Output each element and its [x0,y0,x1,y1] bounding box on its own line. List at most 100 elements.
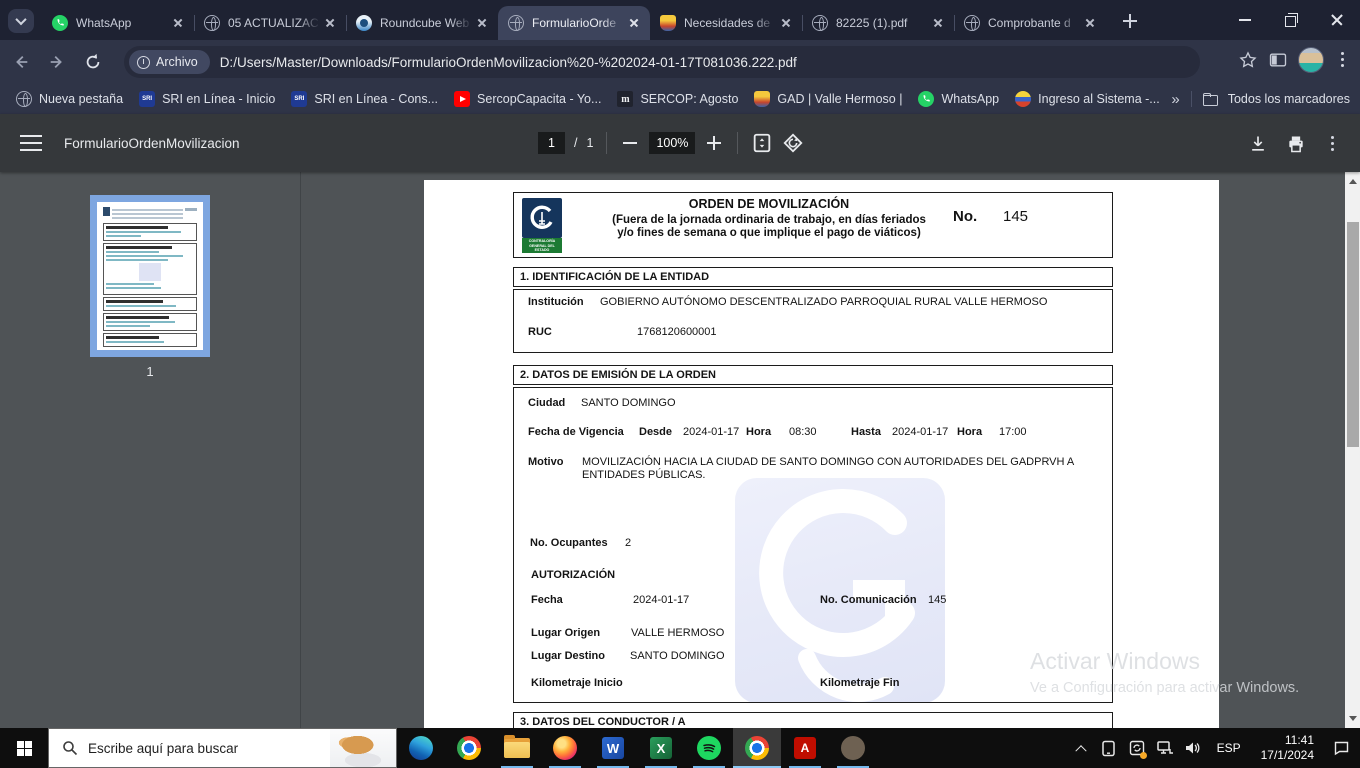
system-tray: ESP 11:41 17/1/2024 [1069,728,1360,768]
taskbar-gimp[interactable] [829,728,877,768]
taskbar-chrome[interactable] [445,728,493,768]
pdf-more-options-icon[interactable] [1324,131,1342,157]
taskbar-chrome-active[interactable] [733,728,781,768]
download-icon[interactable] [1248,134,1268,154]
side-panel-icon[interactable] [1268,50,1288,70]
minimize-button[interactable] [1222,0,1268,40]
start-button[interactable] [0,728,48,768]
taskbar-spotify[interactable] [685,728,733,768]
youtube-icon [454,91,471,107]
restore-button[interactable] [1268,0,1314,40]
bookmarks-overflow-button[interactable]: » [1171,91,1180,108]
bookmark-label: SRI en Línea - Cons... [314,92,439,106]
tab-roundcube[interactable]: Roundcube Web [346,6,498,40]
bookmark-nueva-pestana[interactable]: Nueva pestaña [16,91,123,107]
bookmark-sercopcapacita[interactable]: SercopCapacita - Yo... [454,91,601,107]
ocupantes-value: 2 [625,537,632,549]
browser-menu-icon[interactable] [1334,47,1352,73]
close-tab-icon[interactable] [322,15,338,31]
destino-value: SANTO DOMINGO [630,650,725,662]
reload-button[interactable] [78,47,108,77]
pdf-menu-icon[interactable] [20,135,42,151]
scroll-down-icon[interactable] [1349,716,1357,721]
tabs: WhatsApp 05 ACTUALIZAC Roundcube Web For… [42,0,1106,40]
hasta-label: Hasta [851,426,881,438]
taskbar-clock[interactable]: 11:41 17/1/2024 [1253,733,1322,763]
taskbar-acrobat[interactable]: A [781,728,829,768]
taskbar-edge[interactable] [397,728,445,768]
close-tab-icon[interactable] [778,15,794,31]
tray-expand-button[interactable] [1069,728,1093,768]
close-tab-icon[interactable] [474,15,490,31]
windows-logo-icon [16,740,32,756]
new-tab-button[interactable] [1118,9,1142,33]
bookmark-whatsapp[interactable]: WhatsApp [918,91,999,107]
pdf-document-title: FormularioOrdenMovilizacion [64,136,240,151]
ocupantes-label: No. Ocupantes [530,537,608,549]
chrome-icon [745,736,769,760]
bookmark-star-icon[interactable] [1238,50,1258,70]
desde-value: 2024-01-17 [683,426,740,438]
page-number-input[interactable]: 1 [538,132,565,154]
zoom-level-input[interactable]: 100% [649,132,696,154]
bookmark-sercop-agosto[interactable]: m SERCOP: Agosto [617,91,738,107]
search-highlight-image[interactable] [330,729,396,767]
tab-necesidades[interactable]: Necesidades de [650,6,802,40]
tray-phone[interactable] [1097,728,1121,768]
taskbar-file-explorer[interactable] [493,728,541,768]
taskbar-excel[interactable]: X [637,728,685,768]
tray-volume[interactable] [1181,728,1205,768]
file-scheme-chip[interactable]: Archivo [129,50,210,74]
action-center-button[interactable] [1326,728,1356,768]
tab-search-button[interactable] [8,9,34,33]
scrollbar-thumb[interactable] [1346,222,1359,447]
tray-network[interactable] [1153,728,1177,768]
close-tab-icon[interactable] [170,15,186,31]
close-window-button[interactable] [1314,0,1360,40]
url-text[interactable]: D:/Users/Master/Downloads/FormularioOrde… [220,55,797,70]
bookmark-ingreso-sistema[interactable]: Ingreso al Sistema -... [1015,91,1160,107]
bookmark-sri-consultas[interactable]: SRI SRI en Línea - Cons... [291,91,438,107]
close-tab-icon[interactable] [930,15,946,31]
bookmark-gad-valle-hermoso[interactable]: GAD | Valle Hermoso | [754,91,902,107]
vertical-scrollbar[interactable] [1345,172,1360,728]
autorizacion-title: AUTORIZACIÓN [531,569,616,581]
pdf-page: CONTRALORÍA GENERAL DEL ESTADO ORDEN DE … [424,180,1219,728]
all-bookmarks-button[interactable]: Todos los marcadores [1228,92,1350,106]
taskbar-word[interactable]: W [589,728,637,768]
edge-icon [409,736,433,760]
close-tab-icon[interactable] [626,15,642,31]
tab-comprobante[interactable]: Comprobante d [954,6,1106,40]
tab-05-actualizac[interactable]: 05 ACTUALIZAC [194,6,346,40]
forward-button[interactable] [42,47,72,77]
firefox-icon [553,736,577,760]
divider [606,132,608,154]
document-title: ORDEN DE MOVILIZACIÓN [688,197,850,211]
tab-whatsapp[interactable]: WhatsApp [42,6,194,40]
globe-icon [204,15,220,31]
print-icon[interactable] [1286,134,1306,154]
back-button[interactable] [6,47,36,77]
excel-icon: X [650,737,672,759]
ecuador-arms-icon [1015,91,1032,107]
tab-formulario-active[interactable]: FormularioOrde [498,6,650,40]
language-indicator[interactable]: ESP [1209,741,1249,755]
tray-update[interactable] [1125,728,1149,768]
globe-icon [964,15,980,31]
scroll-up-icon[interactable] [1349,179,1357,184]
crest-icon [754,91,771,107]
address-bar[interactable]: Archivo D:/Users/Master/Downloads/Formul… [124,46,1200,78]
profile-avatar[interactable] [1298,47,1324,73]
bookmark-sri-inicio[interactable]: SRI SRI en Línea - Inicio [139,91,275,107]
page-thumbnail-selected[interactable] [90,195,210,357]
zoom-out-button[interactable] [620,133,640,153]
taskbar-search-input[interactable]: Escribe aquí para buscar [48,728,397,768]
tab-82225-pdf[interactable]: 82225 (1).pdf [802,6,954,40]
close-tab-icon[interactable] [1082,15,1098,31]
zoom-in-button[interactable] [704,133,724,153]
fit-to-page-icon[interactable] [751,132,773,154]
bookmark-label: SercopCapacita - Yo... [477,92,602,106]
rotate-icon[interactable] [782,132,804,154]
taskbar-firefox[interactable] [541,728,589,768]
hasta-value: 2024-01-17 [892,426,949,438]
